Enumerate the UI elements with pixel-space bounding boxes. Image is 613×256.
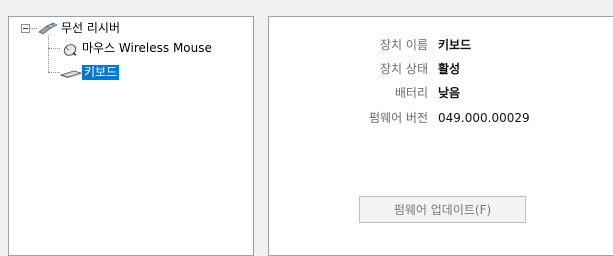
device-tree[interactable]: 무선 리시버 마우스 Wireless Mouse 키보드 [8, 16, 254, 256]
tree-node-label: 마우스 Wireless Mouse [82, 41, 212, 55]
battery-value: 낮음 [438, 86, 461, 100]
tree-node-label: 키보드 [82, 65, 120, 80]
firmware-version-label: 펌웨어 버전 [368, 111, 428, 125]
keyboard-icon [59, 65, 83, 81]
device-status-label: 장치 상태 [380, 62, 428, 76]
battery-label: 배터리 [394, 86, 428, 100]
wireless-receiver-icon [37, 21, 59, 37]
device-name-label: 장치 이름 [380, 38, 428, 52]
tree-line [48, 48, 60, 49]
tree-line [48, 35, 49, 72]
device-status-value: 활성 [438, 62, 461, 76]
tree-node-keyboard[interactable]: 키보드 [59, 64, 120, 81]
tree-line [48, 72, 60, 73]
tree-node-receiver[interactable]: 무선 리시버 [37, 20, 122, 37]
firmware-version-value: 049.000.00029 [438, 111, 530, 125]
device-name-value: 키보드 [438, 38, 472, 52]
collapse-toggle[interactable] [21, 24, 30, 33]
tree-node-mouse[interactable]: 마우스 Wireless Mouse [60, 40, 214, 57]
update-firmware-button[interactable]: 펌웨어 업데이트(F) [359, 196, 526, 223]
mouse-icon [60, 41, 80, 57]
tree-line [30, 28, 37, 29]
tree-node-label: 무선 리시버 [61, 21, 121, 35]
